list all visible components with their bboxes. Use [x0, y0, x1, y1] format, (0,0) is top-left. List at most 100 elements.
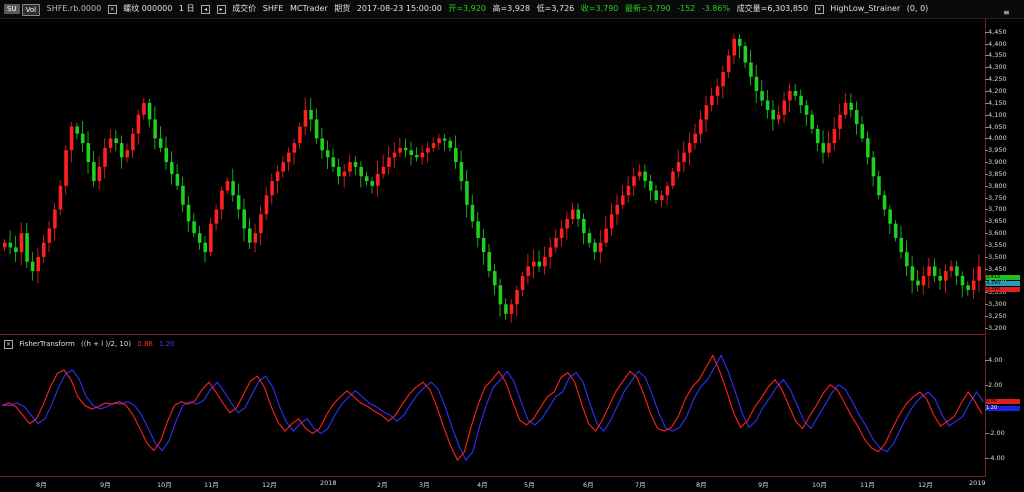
candle-body	[849, 102, 853, 110]
candle-body	[80, 133, 85, 144]
candle-body	[732, 38, 736, 56]
candle-body	[320, 138, 324, 151]
interval-label[interactable]: 1 日	[179, 0, 195, 18]
fisher-name[interactable]: FisherTransform	[19, 340, 75, 348]
candle-body	[899, 237, 904, 253]
candle-body	[621, 195, 625, 205]
candle-body	[303, 109, 308, 127]
candle-body	[286, 152, 291, 163]
candle-body	[788, 90, 792, 101]
candle-body	[409, 150, 414, 155]
symbol-label[interactable]: SHFE.rb.0000	[47, 0, 102, 18]
candle-body	[793, 90, 798, 96]
candle-body	[782, 100, 787, 115]
candle-body	[559, 228, 564, 238]
candle-body	[158, 138, 163, 148]
indicator-params: (0, 0)	[906, 4, 929, 13]
candle-body	[587, 233, 592, 243]
candle-body	[75, 126, 79, 134]
candle-body	[832, 128, 837, 144]
candle-body	[53, 209, 57, 229]
volume-value: 成交量=6,303,850	[736, 4, 809, 13]
candle-body	[403, 147, 408, 151]
lock-checkbox[interactable]: ×	[107, 5, 117, 14]
menu-icon[interactable]: ≡	[1003, 8, 1010, 17]
candle-body	[437, 138, 441, 144]
price-tick: 4,050	[985, 122, 1007, 131]
time-tick: 2019	[969, 479, 986, 487]
indicator-tick: -4.00	[985, 453, 1005, 462]
candle-body	[136, 114, 141, 134]
candle-body	[966, 285, 970, 291]
price-tick: 3,300	[985, 300, 1007, 309]
price-type-label[interactable]: 成交价	[232, 0, 256, 18]
price-tick: 3,800	[985, 181, 1007, 190]
candle-body	[699, 119, 703, 134]
candle-body	[971, 280, 976, 291]
candle-body	[465, 181, 469, 205]
candle-body	[25, 233, 29, 262]
candle-body	[108, 138, 113, 148]
last-value: 最新=3,790	[624, 4, 671, 13]
time-tick: 8月	[36, 481, 47, 489]
candle-body	[292, 143, 297, 153]
candle-body	[537, 261, 542, 267]
prev-interval-arrow-icon[interactable]: ◂	[201, 5, 211, 14]
candle-body	[19, 233, 24, 253]
sync-badge[interactable]: SU	[4, 4, 20, 14]
indicator-toggle-checkbox[interactable]: ×	[814, 5, 824, 14]
candle-body	[236, 195, 241, 210]
indicator-pane[interactable]	[0, 336, 986, 477]
price-tick: 4,350	[985, 51, 1007, 60]
price-tick: 3,950	[985, 146, 1007, 155]
indicator-tick: 4.00	[984, 356, 1003, 365]
candle-body	[248, 228, 252, 243]
candle-body	[231, 181, 235, 196]
time-tick: 2018	[320, 479, 337, 487]
fisher-tag-red: 0.86	[986, 399, 1020, 404]
close-value: 收=3,790	[580, 4, 619, 13]
candle-body	[415, 154, 419, 158]
candle-body	[548, 247, 553, 257]
candle-body	[376, 173, 380, 186]
price-pane[interactable]	[0, 19, 986, 335]
price-tick: 3,550	[985, 241, 1007, 250]
price-tick: 4,400	[985, 39, 1007, 48]
candle-body	[214, 209, 219, 224]
candle-body	[776, 114, 781, 120]
candle-body	[704, 105, 709, 120]
candle-body	[916, 280, 920, 286]
candle-body	[726, 55, 731, 73]
candle-body	[687, 143, 692, 153]
candle-body	[927, 266, 931, 276]
candle-body	[337, 166, 341, 177]
time-tick: 8月	[696, 481, 707, 489]
candle-body	[370, 181, 375, 186]
candle-body	[30, 261, 35, 272]
indicator-close-checkbox[interactable]: ×	[4, 340, 13, 349]
indicator-name[interactable]: HighLow_Strainer	[830, 0, 900, 18]
volume-badge[interactable]: Vol	[21, 4, 41, 16]
candle-body	[799, 95, 803, 106]
time-axis[interactable]: 8月 9月 10月 11月 12月 2018 2月 3月 4月 5月 6月 7月 8月 9月 10月 11月 1…	[0, 477, 986, 492]
candlestick-chart	[3, 33, 981, 323]
candle-body	[309, 109, 313, 120]
exchange-label: SHFE	[262, 4, 284, 13]
candle-body	[448, 140, 453, 148]
price-tick: 4,450	[985, 27, 1007, 36]
candle-body	[604, 228, 608, 243]
candle-body	[838, 114, 842, 129]
candle-body	[526, 266, 530, 276]
candle-body	[487, 252, 491, 272]
candle-body	[225, 181, 230, 191]
trigger-tag-blue: 1.20	[986, 406, 1020, 411]
candle-body	[515, 290, 519, 305]
candle-body	[253, 233, 258, 243]
price-tick: 4,250	[985, 75, 1007, 84]
candle-body	[520, 275, 525, 291]
next-interval-arrow-icon[interactable]: ▸	[216, 5, 226, 14]
candle-body	[804, 105, 809, 115]
candle-body	[671, 171, 675, 186]
source-label: MCTrader	[290, 4, 328, 13]
candle-body	[743, 45, 748, 63]
